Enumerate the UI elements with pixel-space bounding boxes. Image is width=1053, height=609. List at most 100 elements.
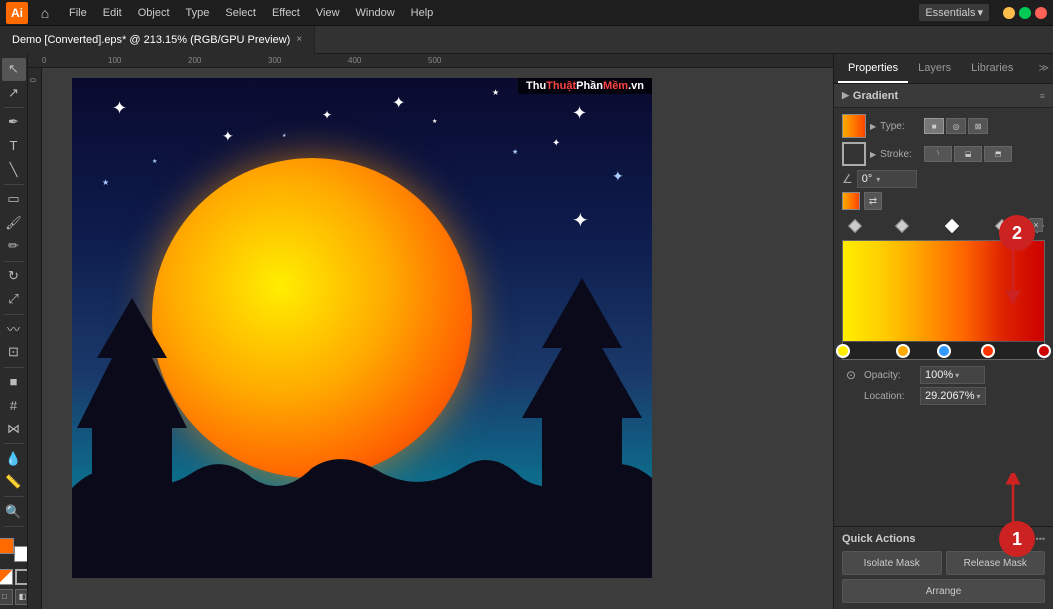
reverse-gradient-btn[interactable]: ⇄ <box>864 192 882 210</box>
opacity-label: Opacity: <box>864 370 916 381</box>
menu-view[interactable]: View <box>309 5 347 21</box>
gradient-options-icon[interactable]: ≡ <box>1040 91 1045 101</box>
color-stop-orange2[interactable] <box>937 344 951 358</box>
minimize-button[interactable] <box>1003 7 1015 19</box>
normal-mode-icon[interactable]: □ <box>0 589 13 605</box>
tool-scale[interactable]: ⤢ <box>2 288 26 311</box>
tabbar: Demo [Converted].eps* @ 213.15% (RGB/GPU… <box>0 26 1053 54</box>
location-input[interactable]: 29.2067% ▾ <box>920 387 986 405</box>
fill-indicator[interactable] <box>0 569 13 585</box>
draw-behind-icon[interactable]: ◧ <box>15 589 29 605</box>
color-stop-red2[interactable] <box>1037 344 1051 358</box>
type-freeform-btn[interactable]: ⊠ <box>968 118 988 134</box>
workspace-selector[interactable]: Essentials ▾ <box>919 4 989 21</box>
angle-dropdown-icon[interactable]: ▾ <box>876 175 880 184</box>
tool-gradient[interactable]: ■ <box>2 371 26 394</box>
location-dropdown-icon[interactable]: ▾ <box>977 392 981 401</box>
opacity-row: ⊙ Opacity: 100% ▾ <box>842 366 1045 384</box>
color-stop-yellow[interactable] <box>836 344 850 358</box>
gradient-dropdown-arrow[interactable]: ▶ <box>870 122 876 131</box>
tool-separator-3 <box>4 261 24 262</box>
grad-stop-delete[interactable]: × <box>1029 218 1043 232</box>
tool-eyedropper[interactable]: 💧 <box>2 447 26 470</box>
document-tab[interactable]: Demo [Converted].eps* @ 213.15% (RGB/GPU… <box>0 26 315 54</box>
location-value: 29.2067% <box>925 390 975 402</box>
tab-libraries[interactable]: Libraries <box>961 55 1023 83</box>
grad-stop-4[interactable] <box>995 219 1009 233</box>
angle-input[interactable]: 0° ▾ <box>857 170 917 188</box>
tool-pencil[interactable]: ✏ <box>2 235 26 258</box>
close-window-button[interactable] <box>1035 7 1047 19</box>
tool-measure[interactable]: 📏 <box>2 471 26 494</box>
tool-select[interactable]: ↖ <box>2 58 26 81</box>
menu-help[interactable]: Help <box>404 5 441 21</box>
tool-mesh[interactable]: # <box>2 394 26 417</box>
stroke-indicator[interactable] <box>15 569 29 585</box>
stroke-swatch[interactable] <box>842 142 866 166</box>
tool-shape[interactable]: ▭ <box>2 188 26 211</box>
color-stop-orange1[interactable] <box>896 344 910 358</box>
type-label: Type: <box>880 121 920 132</box>
tab-close-button[interactable]: × <box>296 34 302 45</box>
tab-properties[interactable]: Properties <box>838 55 908 83</box>
gradient-panel: ▶ Gradient ≡ ▶ Type: ■ ◎ ⊠ <box>834 84 1053 526</box>
location-row: Location: 29.2067% ▾ <box>842 387 1045 405</box>
tool-separator-2 <box>4 184 24 185</box>
stroke-arrow[interactable]: ▶ <box>870 150 876 159</box>
release-mask-button[interactable]: Release Mask <box>946 551 1046 575</box>
tool-warp[interactable]: 〰 <box>2 318 26 341</box>
quick-actions-buttons: Isolate Mask Release Mask Arrange <box>842 551 1045 603</box>
tool-zoom[interactable]: 🔍 <box>2 500 26 523</box>
menu-effect[interactable]: Effect <box>265 5 307 21</box>
canvas-content[interactable]: ✦ ✦ ✦ ✦ ✦ ★ ★ ★ ★ ✦ ✦ ★ ★ ✦ <box>42 68 833 609</box>
quick-actions-more-icon[interactable]: ••• <box>1036 534 1045 544</box>
star-big-2: ✦ <box>222 128 234 145</box>
tool-free-transform[interactable]: ⊡ <box>2 341 26 364</box>
menu-type[interactable]: Type <box>179 5 217 21</box>
menu-window[interactable]: Window <box>349 5 402 21</box>
type-linear-btn[interactable]: ■ <box>924 118 944 134</box>
star-7: ★ <box>432 118 437 125</box>
gradient-small-swatch[interactable] <box>842 192 860 210</box>
panel-tabs: Properties Layers Libraries ≫ <box>834 54 1053 84</box>
tool-blend[interactable]: ⋈ <box>2 418 26 441</box>
menu-file[interactable]: File <box>62 5 94 21</box>
quick-actions-header: Quick Actions ••• <box>842 533 1045 545</box>
home-button[interactable]: ⌂ <box>34 2 56 24</box>
type-radial-btn[interactable]: ◎ <box>946 118 966 134</box>
grad-stop-2[interactable] <box>895 219 909 233</box>
menu-edit[interactable]: Edit <box>96 5 129 21</box>
gradient-preview-swatch[interactable] <box>842 114 866 138</box>
tool-paintbrush[interactable]: 🖌 <box>2 211 26 234</box>
background-color[interactable] <box>14 546 29 562</box>
bushes <box>72 438 652 518</box>
color-stop-red1[interactable] <box>981 344 995 358</box>
isolate-mask-button[interactable]: Isolate Mask <box>842 551 942 575</box>
opacity-input[interactable]: 100% ▾ <box>920 366 985 384</box>
arrange-button[interactable]: Arrange <box>842 579 1045 603</box>
opacity-dropdown-icon[interactable]: ▾ <box>955 371 959 380</box>
menu-select[interactable]: Select <box>218 5 263 21</box>
tool-type[interactable]: T <box>2 135 26 158</box>
tab-layers[interactable]: Layers <box>908 55 961 83</box>
eyedropper-button[interactable]: ⊙ <box>842 366 860 384</box>
stroke-btn-1[interactable]: ⧵ <box>924 146 952 162</box>
gradient-stops-row: × <box>842 218 1045 234</box>
angle-value: 0° <box>862 173 873 185</box>
sun-circle <box>152 158 472 478</box>
panel-expand-icon[interactable]: ≫ <box>1039 63 1049 74</box>
type-row: ▶ Type: ■ ◎ ⊠ <box>842 114 1045 138</box>
tab-title: Demo [Converted].eps* @ 213.15% (RGB/GPU… <box>12 34 290 46</box>
tool-line[interactable]: ╲ <box>2 158 26 181</box>
grad-stop-3[interactable] <box>945 219 959 233</box>
grad-stop-1[interactable] <box>848 219 862 233</box>
stroke-btn-2[interactable]: ⬓ <box>954 146 982 162</box>
stroke-btn-3[interactable]: ⬒ <box>984 146 1012 162</box>
gradient-collapse-icon[interactable]: ▶ <box>842 90 849 101</box>
tool-pen[interactable]: ✒ <box>2 111 26 134</box>
maximize-button[interactable] <box>1019 7 1031 19</box>
tool-rotate[interactable]: ↻ <box>2 264 26 287</box>
foreground-color[interactable] <box>0 538 14 554</box>
tool-direct-select[interactable]: ↗ <box>2 82 26 105</box>
menu-object[interactable]: Object <box>131 5 177 21</box>
